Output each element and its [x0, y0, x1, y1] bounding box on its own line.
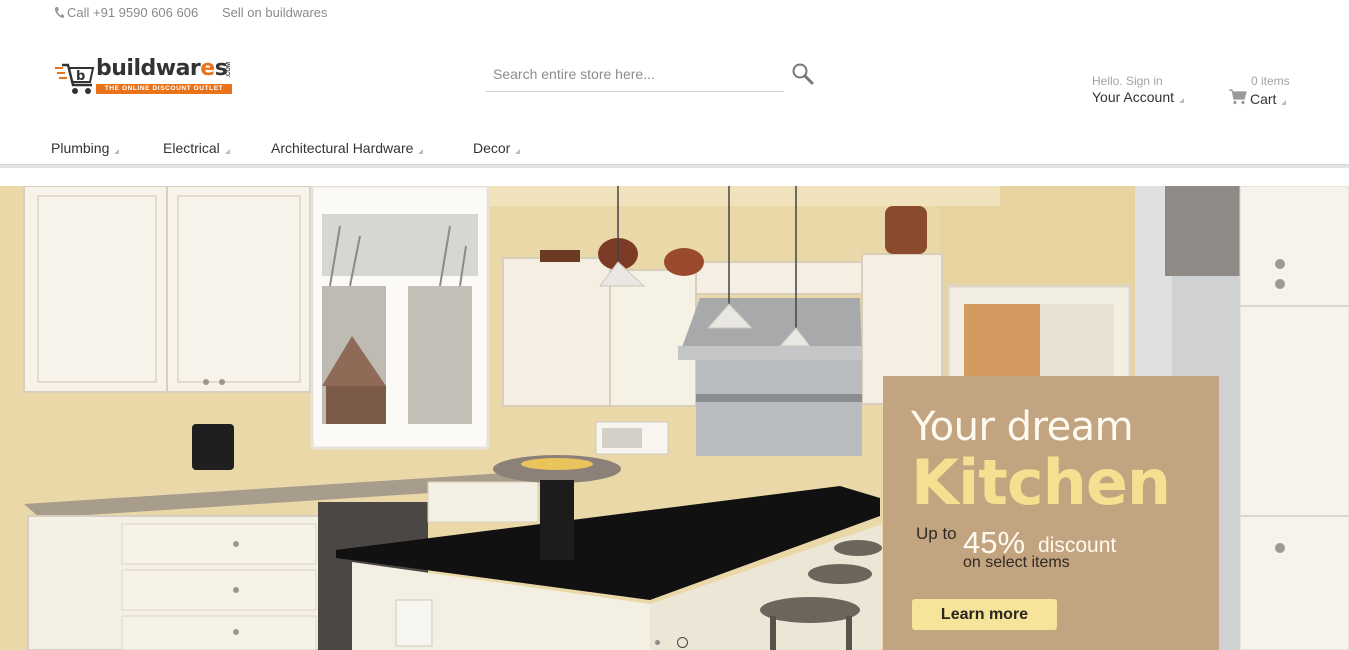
logo-word-a: buildwar	[96, 56, 201, 81]
sell-link[interactable]: Sell on buildwares	[222, 5, 328, 20]
caret-down-icon	[418, 149, 424, 154]
caret-down-icon	[515, 149, 521, 154]
caret-down-icon	[1281, 100, 1287, 105]
caret-down-icon	[1179, 98, 1184, 103]
nav-item-architectural-hardware[interactable]: Architectural Hardware	[271, 140, 424, 156]
account-menu[interactable]: Hello. Sign in Your Account	[1092, 74, 1184, 105]
logo-wordmark: buildwares	[96, 56, 228, 81]
cart-label: Cart	[1250, 91, 1287, 107]
site-logo[interactable]: b buildwares .COM THE ONLINE DISCOUNT OU…	[54, 56, 236, 98]
nav-item-label: Electrical	[163, 140, 220, 156]
phone-icon	[54, 7, 64, 18]
logo-com: .COM	[226, 62, 232, 78]
search-box	[486, 58, 784, 92]
promo-heading-line1: Your dream	[911, 404, 1134, 450]
slider-dot-1[interactable]	[655, 640, 660, 645]
nav-item-label: Plumbing	[51, 140, 110, 156]
account-label-text: Your Account	[1092, 89, 1174, 105]
sign-in-greeting: Hello. Sign in	[1092, 74, 1163, 88]
top-bar: Call +91 9590 606 606 Sell on buildwares	[0, 0, 1349, 26]
search-icon[interactable]	[791, 62, 815, 86]
promo-box: Your dream Kitchen Up to 45% discount on…	[883, 376, 1219, 650]
nav-item-plumbing[interactable]: Plumbing	[51, 140, 120, 156]
promo-upto: Up to	[916, 524, 957, 543]
svg-text:b: b	[76, 69, 85, 84]
learn-more-button[interactable]: Learn more	[912, 599, 1057, 630]
search-input[interactable]	[486, 58, 784, 90]
cart-icon	[1229, 89, 1247, 105]
nav-item-decor[interactable]: Decor	[473, 140, 521, 156]
slider-dot-2[interactable]	[677, 637, 688, 648]
phone-text: Call +91 9590 606 606	[67, 5, 199, 20]
promo-select-items: on select items	[963, 554, 1070, 571]
logo-word-accent: e	[200, 56, 215, 81]
nav-item-electrical[interactable]: Electrical	[163, 140, 230, 156]
caret-down-icon	[224, 149, 230, 154]
caret-down-icon	[114, 149, 120, 154]
phone-contact[interactable]: Call +91 9590 606 606	[54, 5, 198, 20]
cart-label-text: Cart	[1250, 91, 1277, 107]
nav-divider	[0, 164, 1349, 168]
cart-count: 0 items	[1251, 74, 1290, 88]
cart-logo-icon: b	[55, 63, 95, 94]
main-nav: Plumbing Electrical Architectural Hardwa…	[0, 136, 1349, 164]
promo-heading-line2: Kitchen	[911, 446, 1171, 519]
nav-item-label: Decor	[473, 140, 511, 156]
account-label: Your Account	[1092, 89, 1184, 105]
logo-tagline: THE ONLINE DISCOUNT OUTLET	[96, 84, 232, 94]
nav-item-label: Architectural Hardware	[271, 140, 414, 156]
